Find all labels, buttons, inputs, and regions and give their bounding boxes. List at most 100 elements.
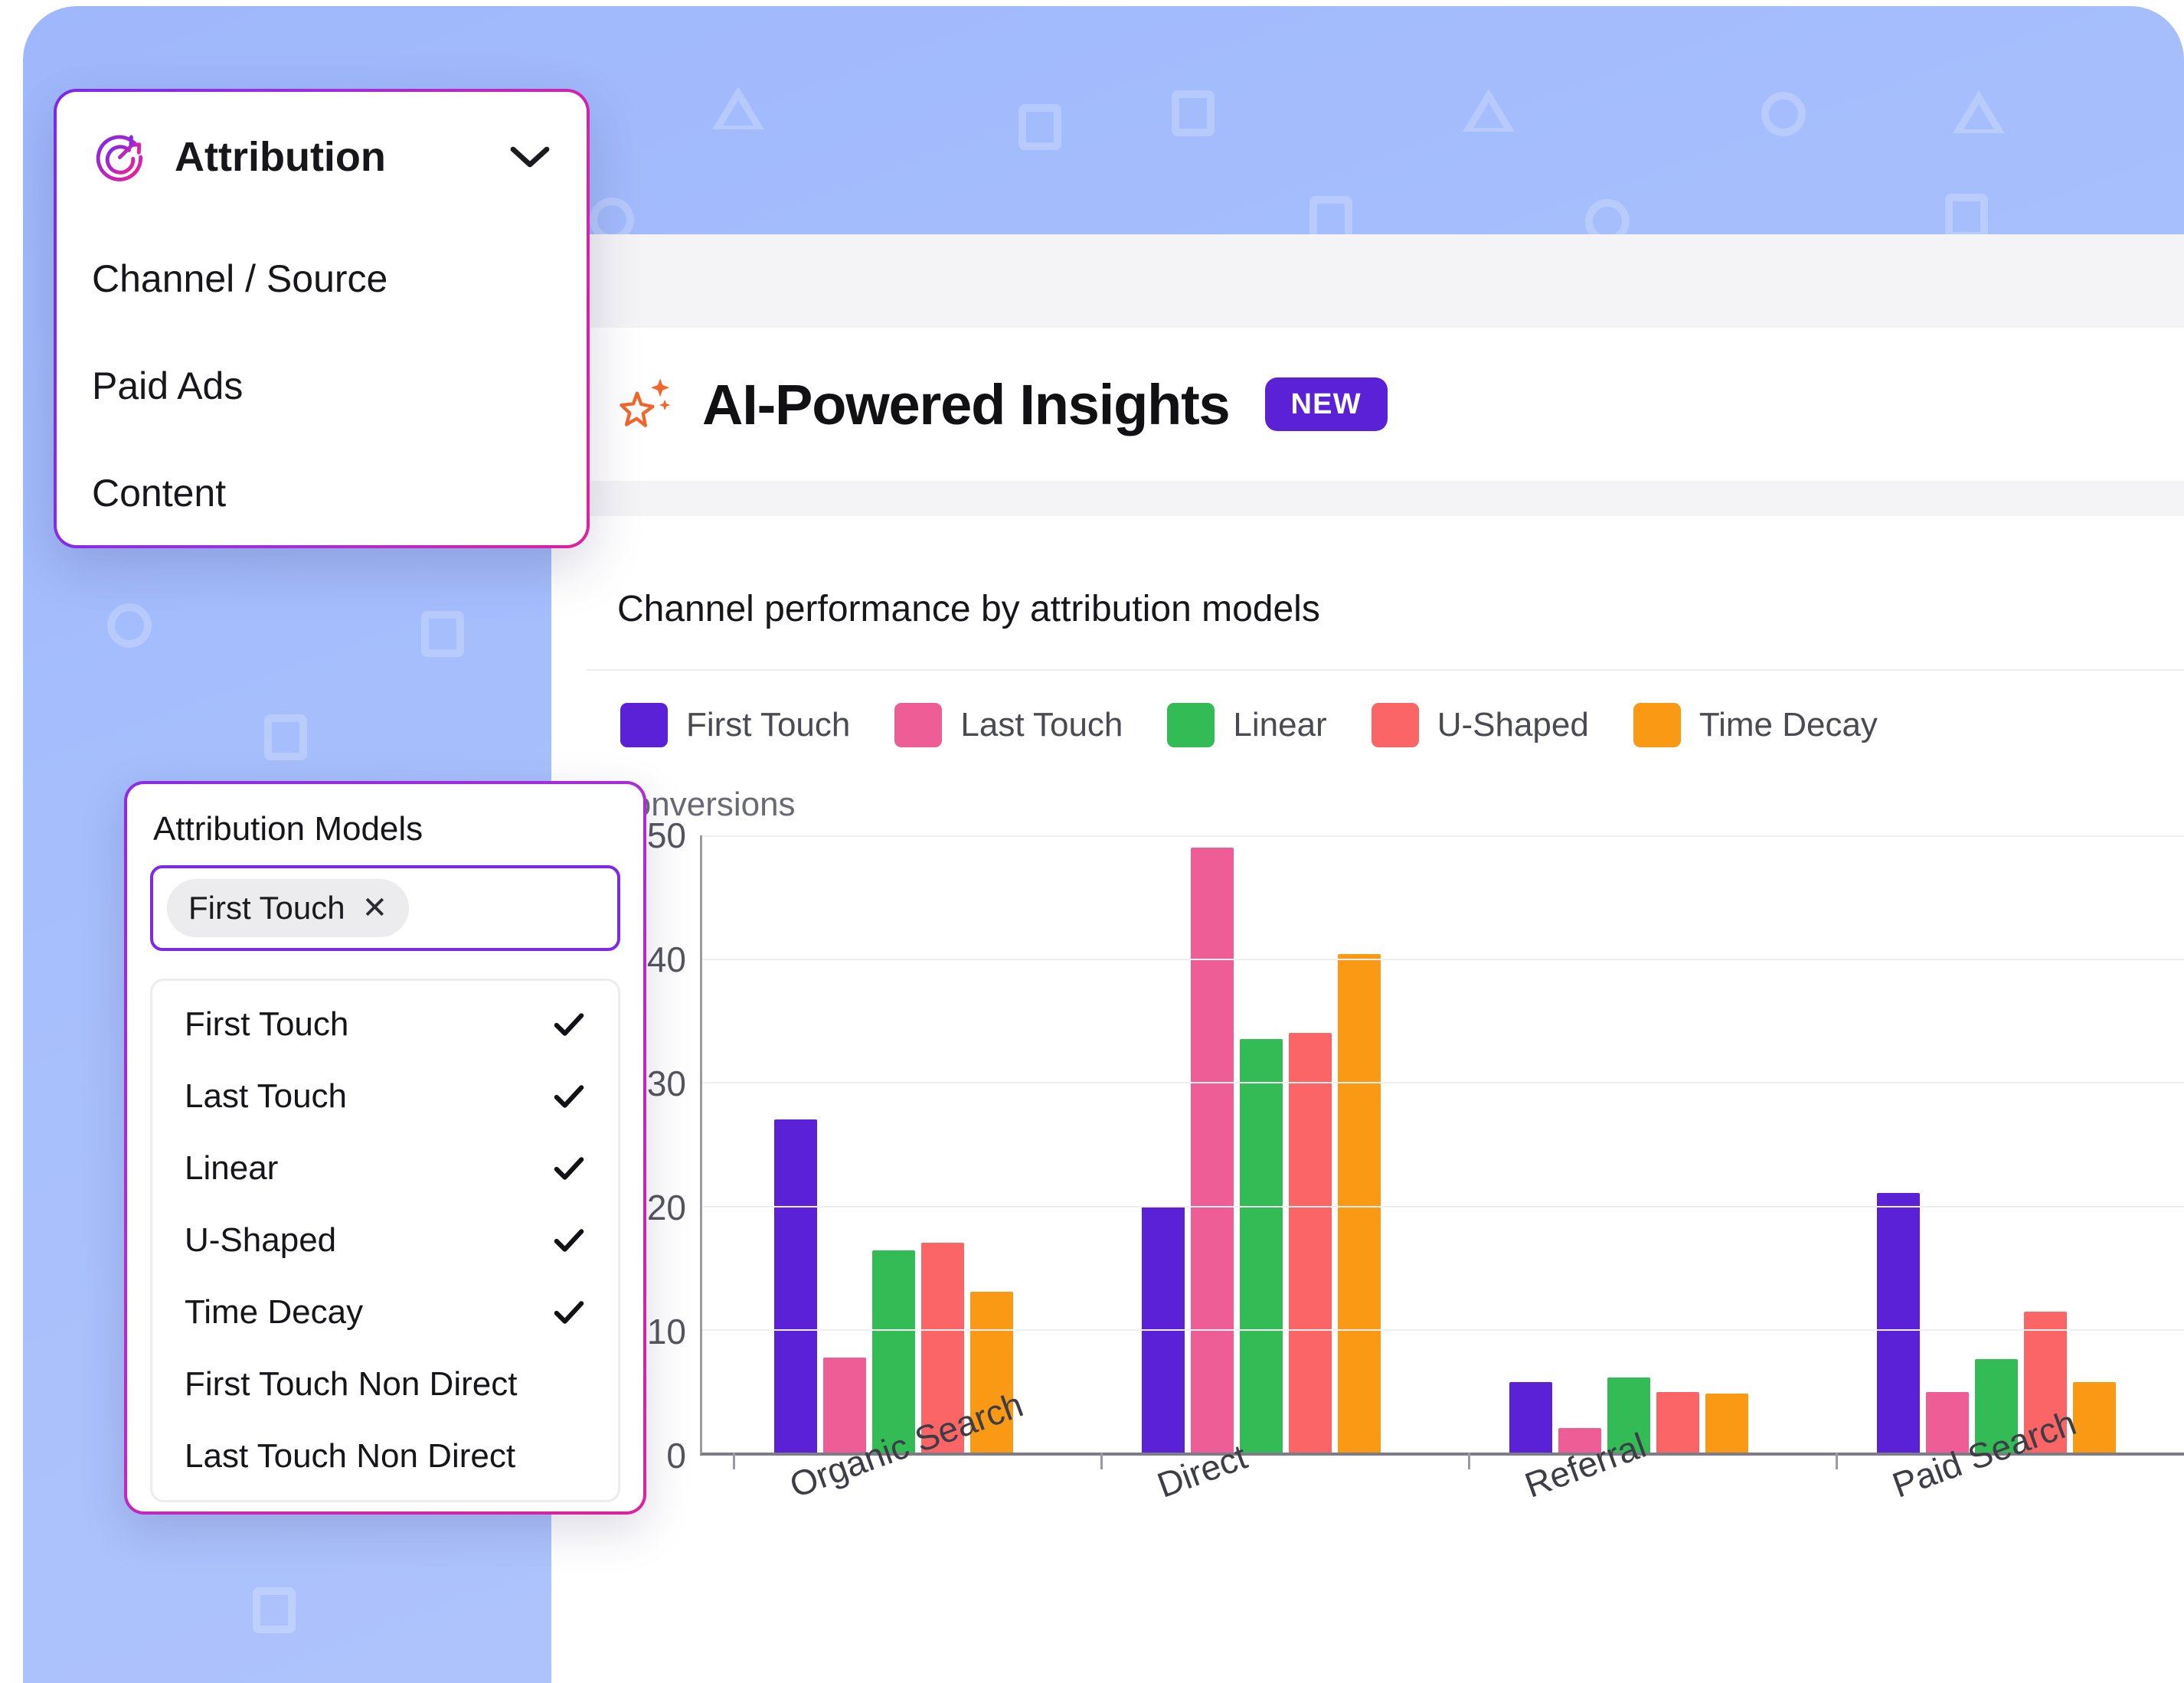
model-option-row[interactable]: First Touch bbox=[152, 989, 618, 1060]
triangle-decor-icon bbox=[1953, 90, 2005, 133]
bar[interactable] bbox=[774, 1119, 817, 1453]
model-option-row[interactable]: Time Decay bbox=[152, 1276, 618, 1348]
y-axis-tick-label: 50 bbox=[646, 815, 686, 855]
attribution-models-list: First Touch Last Touch Linear U-Shaped Time … bbox=[150, 979, 620, 1502]
chart-title: Channel performance by attribution model… bbox=[617, 589, 1320, 629]
bar-group bbox=[733, 835, 1054, 1469]
legend-swatch bbox=[1371, 703, 1419, 747]
bar[interactable] bbox=[1705, 1393, 1748, 1453]
legend-label: Linear bbox=[1233, 706, 1327, 743]
y-axis-tick-label: 20 bbox=[646, 1188, 686, 1227]
chart-panel: First Touch Last Touch Linear U-Shaped Time … bbox=[587, 669, 2184, 1683]
chart-bars bbox=[702, 835, 2184, 1469]
model-option-row[interactable]: First Touch Non Direct bbox=[152, 1348, 618, 1420]
model-option-row[interactable]: Linear bbox=[152, 1132, 618, 1204]
bar[interactable] bbox=[1191, 848, 1234, 1453]
target-icon bbox=[96, 135, 143, 181]
selected-model-chip[interactable]: First Touch ✕ bbox=[167, 879, 410, 937]
legend-label: First Touch bbox=[686, 706, 851, 743]
legend-swatch bbox=[1633, 703, 1681, 747]
square-decor-icon bbox=[1172, 90, 1215, 136]
attribution-menu-item-channel-source[interactable]: Channel / Source bbox=[57, 225, 587, 332]
bar[interactable] bbox=[1338, 953, 1381, 1453]
bar[interactable] bbox=[2073, 1382, 2116, 1453]
check-icon bbox=[554, 1085, 584, 1108]
legend-label: U-Shaped bbox=[1437, 706, 1589, 743]
legend-swatch bbox=[620, 703, 668, 747]
chart-gridlines bbox=[700, 835, 2184, 1469]
triangle-decor-icon bbox=[1463, 89, 1515, 132]
gridline bbox=[702, 835, 2184, 837]
bar[interactable] bbox=[1877, 1193, 1920, 1453]
attribution-models-heading: Attribution Models bbox=[153, 810, 423, 848]
model-option-label: First Touch Non Direct bbox=[185, 1365, 518, 1403]
square-decor-icon bbox=[1018, 104, 1061, 150]
bar[interactable] bbox=[1509, 1382, 1552, 1453]
header-divider bbox=[551, 481, 2184, 516]
bar-group bbox=[1468, 835, 1790, 1469]
gridline bbox=[702, 1082, 2184, 1084]
y-axis-tick-label: 30 bbox=[646, 1064, 686, 1103]
square-decor-icon bbox=[264, 714, 307, 760]
attribution-dropdown-title: Attribution bbox=[175, 134, 386, 180]
triangle-decor-icon bbox=[712, 87, 764, 129]
legend-label: Last Touch bbox=[960, 706, 1123, 743]
legend-item[interactable]: Time Decay bbox=[1633, 703, 1878, 747]
y-axis-tick-label: 0 bbox=[666, 1436, 686, 1475]
sparkle-icon bbox=[620, 378, 671, 427]
check-icon bbox=[554, 1229, 584, 1252]
legend-item[interactable]: U-Shaped bbox=[1371, 703, 1589, 747]
model-option-row[interactable]: U-Shaped bbox=[152, 1204, 618, 1276]
bar-group bbox=[1100, 835, 1422, 1469]
square-decor-icon bbox=[1945, 194, 1988, 240]
attribution-menu-item-paid-ads[interactable]: Paid Ads bbox=[57, 332, 587, 440]
chart-legend: First Touch Last Touch Linear U-Shaped Time … bbox=[620, 703, 1922, 747]
bar[interactable] bbox=[1656, 1392, 1699, 1453]
model-option-label: Last Touch bbox=[185, 1077, 348, 1115]
legend-swatch bbox=[1167, 703, 1215, 747]
attribution-dropdown-header[interactable]: Attribution bbox=[57, 92, 587, 185]
model-option-label: U-Shaped bbox=[185, 1221, 337, 1259]
bar[interactable] bbox=[823, 1357, 866, 1453]
circle-decor-icon bbox=[1761, 92, 1806, 136]
model-option-label: Linear bbox=[185, 1149, 279, 1187]
gridline bbox=[702, 1205, 2184, 1208]
chip-label: First Touch bbox=[188, 890, 345, 926]
selected-models-input[interactable]: First Touch ✕ bbox=[150, 865, 620, 951]
model-option-row[interactable]: Last Touch bbox=[152, 1060, 618, 1132]
model-option-label: First Touch bbox=[185, 1005, 349, 1043]
legend-item[interactable]: Linear bbox=[1167, 703, 1327, 747]
bar-group bbox=[1836, 835, 2157, 1469]
check-icon bbox=[554, 1301, 584, 1324]
gridline bbox=[702, 959, 2184, 961]
model-option-label: Last Touch Non Direct bbox=[185, 1437, 516, 1475]
y-axis-tick-label: 40 bbox=[646, 940, 686, 979]
x-axis-ticks: Organic Search Direct Referral Paid Search bbox=[700, 1384, 2184, 1582]
bar[interactable] bbox=[1289, 1032, 1332, 1453]
chart-card: Channel performance by attribution model… bbox=[551, 516, 2184, 1683]
circle-decor-icon bbox=[107, 603, 152, 648]
square-decor-icon bbox=[421, 611, 464, 657]
attribution-models-panel: Attribution Models First Touch ✕ First T… bbox=[124, 781, 646, 1515]
legend-item[interactable]: First Touch bbox=[620, 703, 850, 747]
legend-item[interactable]: Last Touch bbox=[894, 703, 1123, 747]
page-title: AI-Powered Insights bbox=[702, 372, 1231, 436]
legend-label: Time Decay bbox=[1698, 706, 1878, 743]
model-option-row[interactable]: Last Touch Non Direct bbox=[152, 1420, 618, 1492]
legend-swatch bbox=[894, 703, 943, 747]
chart-plot-area: 0 10 20 30 40 50 bbox=[614, 815, 2184, 1475]
app-frame: AI-Powered Insights NEW Channel performa… bbox=[23, 6, 2184, 1683]
chip-remove-icon[interactable]: ✕ bbox=[362, 893, 388, 923]
gridline bbox=[702, 1328, 2184, 1331]
model-option-label: Time Decay bbox=[185, 1293, 364, 1331]
check-icon bbox=[554, 1157, 584, 1180]
check-icon bbox=[554, 1013, 584, 1036]
bar[interactable] bbox=[1240, 1038, 1283, 1453]
square-decor-icon bbox=[253, 1587, 296, 1633]
page-header: AI-Powered Insights NEW bbox=[551, 328, 2184, 481]
chevron-down-icon[interactable] bbox=[508, 143, 551, 171]
attribution-menu-item-content[interactable]: Content bbox=[57, 440, 587, 547]
surface-top-strip bbox=[551, 234, 2184, 328]
attribution-dropdown[interactable]: Attribution Channel / Source Paid Ads Co… bbox=[54, 89, 590, 548]
y-axis-tick-label: 10 bbox=[646, 1312, 686, 1351]
